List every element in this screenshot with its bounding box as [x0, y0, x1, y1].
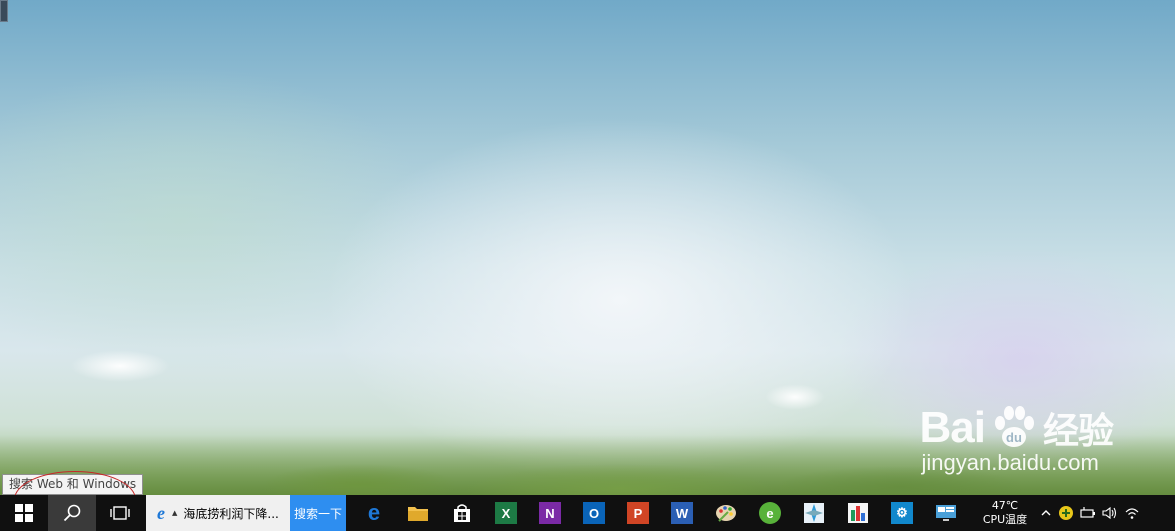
task-view-icon: [110, 506, 130, 520]
excel-icon: X: [495, 502, 517, 524]
taskbar-app-store[interactable]: [440, 495, 484, 531]
cloud: [765, 384, 825, 410]
taskbar-app-excel[interactable]: X: [484, 495, 528, 531]
cpu-temperature[interactable]: 47℃ CPU温度: [976, 495, 1034, 531]
store-icon: [451, 502, 473, 524]
start-button[interactable]: [0, 495, 48, 531]
folder-icon: [407, 502, 429, 524]
svg-text:e: e: [157, 504, 165, 522]
ie-search-box[interactable]: e ▲ 海底捞利润下降...: [146, 495, 290, 531]
watermark-brand: Bai: [919, 403, 986, 452]
taskbar-app-paint[interactable]: [704, 495, 748, 531]
taskbar-app-onenote[interactable]: N: [528, 495, 572, 531]
cpu-temp-label: CPU温度: [982, 513, 1028, 526]
taskbar-app-edge[interactable]: e: [352, 495, 396, 531]
compass-app-icon: [803, 502, 825, 524]
ie-search-button[interactable]: 搜索一下: [290, 495, 346, 531]
taskbar: e ▲ 海底捞利润下降... 搜索一下 e X N O P We ⚙ 47℃ CPU温度: [0, 495, 1175, 531]
search-button[interactable]: [48, 495, 96, 531]
battery-icon[interactable]: [1080, 506, 1096, 520]
desktop-edge-handle[interactable]: [0, 0, 8, 22]
caret-up-icon[interactable]: ▲: [172, 509, 177, 517]
edge-icon: e: [367, 500, 381, 525]
word-icon: W: [671, 502, 693, 524]
cpu-temp-value: 47℃: [991, 499, 1019, 512]
gear-icon: ⚙: [891, 502, 913, 524]
task-view-button[interactable]: [96, 495, 144, 531]
plus-badge-icon[interactable]: [1058, 505, 1074, 521]
paw-icon: du: [994, 406, 1034, 447]
taskbar-app-file-explorer[interactable]: [396, 495, 440, 531]
svg-text:du: du: [1006, 430, 1022, 445]
powerpoint-icon: P: [627, 502, 649, 524]
taskbar-app-app-maps[interactable]: [792, 495, 836, 531]
onenote-icon: N: [539, 502, 561, 524]
volume-icon[interactable]: [1102, 506, 1118, 520]
ie-icon: e: [157, 504, 165, 522]
chevron-up-icon[interactable]: [1040, 507, 1052, 519]
baidu-jingyan-watermark: Bai du 经验 jingyan.baidu.com: [919, 402, 1115, 476]
taskbar-app-browser-green[interactable]: e: [748, 495, 792, 531]
taskbar-app-settings[interactable]: ⚙: [880, 495, 924, 531]
taskbar-app-powerpoint[interactable]: P: [616, 495, 660, 531]
monitor-app-icon: [935, 502, 957, 524]
paint-palette-icon: [715, 502, 737, 524]
taskbar-app-outlook[interactable]: O: [572, 495, 616, 531]
cloud: [70, 350, 170, 382]
windows-logo-icon: [15, 504, 33, 522]
watermark-url: jingyan.baidu.com: [921, 450, 1099, 475]
system-tray: [1040, 505, 1140, 521]
outlook-icon: O: [583, 502, 605, 524]
pinned-apps: e X N O P We ⚙: [352, 495, 968, 531]
taskbar-app-app-charts[interactable]: [836, 495, 880, 531]
green-browser-icon: e: [759, 502, 781, 524]
search-icon: [63, 504, 81, 522]
chart-app-icon: [847, 502, 869, 524]
ie-search-text[interactable]: 海底捞利润下降...: [183, 505, 278, 522]
watermark-brand-suffix: 经验: [1042, 410, 1114, 451]
taskbar-app-word[interactable]: W: [660, 495, 704, 531]
wifi-icon[interactable]: [1124, 506, 1140, 520]
taskbar-app-app-monitor[interactable]: [924, 495, 968, 531]
